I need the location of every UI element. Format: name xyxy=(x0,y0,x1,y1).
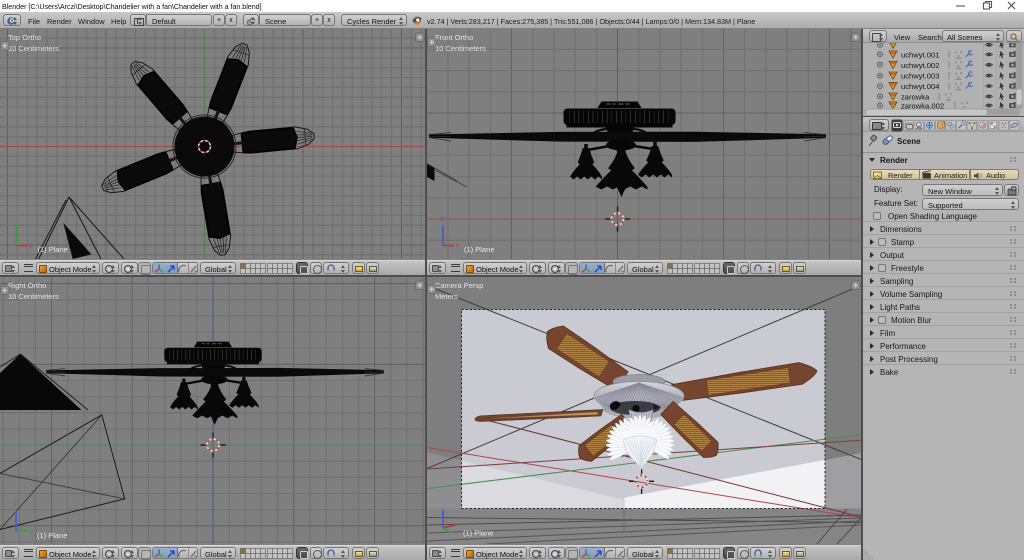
svg-text:Scene: Scene xyxy=(897,137,921,146)
svg-text:Meters: Meters xyxy=(435,292,458,301)
svg-text:z: z xyxy=(441,217,444,223)
svg-text:10 Centimeters: 10 Centimeters xyxy=(8,292,59,301)
svg-text:Front Ortho: Front Ortho xyxy=(435,33,473,42)
svg-text:10 Centimeters: 10 Centimeters xyxy=(435,44,486,53)
svg-text:Top Ortho: Top Ortho xyxy=(8,33,41,42)
svg-text:x: x xyxy=(456,244,459,250)
svg-text:uchwyt.002: uchwyt.002 xyxy=(901,61,939,70)
svg-text:Camera Persp: Camera Persp xyxy=(435,281,483,290)
svg-text:y: y xyxy=(30,529,33,535)
svg-text:zarowka: zarowka xyxy=(901,92,930,101)
svg-text:uchwyt.001: uchwyt.001 xyxy=(901,50,939,59)
svg-text:uchwyt.004: uchwyt.004 xyxy=(901,82,939,91)
svg-text:z: z xyxy=(14,502,17,508)
svg-text:(1) Plane: (1) Plane xyxy=(464,245,494,254)
svg-text:(1) Plane: (1) Plane xyxy=(37,531,67,540)
svg-text:(1) Plane: (1) Plane xyxy=(38,245,68,254)
svg-text:uchwyt.003: uchwyt.003 xyxy=(901,72,939,81)
svg-text:(1) Plane: (1) Plane xyxy=(463,529,493,538)
svg-text:Right Ortho: Right Ortho xyxy=(8,281,46,290)
svg-text:10 Centimeters: 10 Centimeters xyxy=(8,44,59,53)
svg-text:x: x xyxy=(29,244,32,250)
